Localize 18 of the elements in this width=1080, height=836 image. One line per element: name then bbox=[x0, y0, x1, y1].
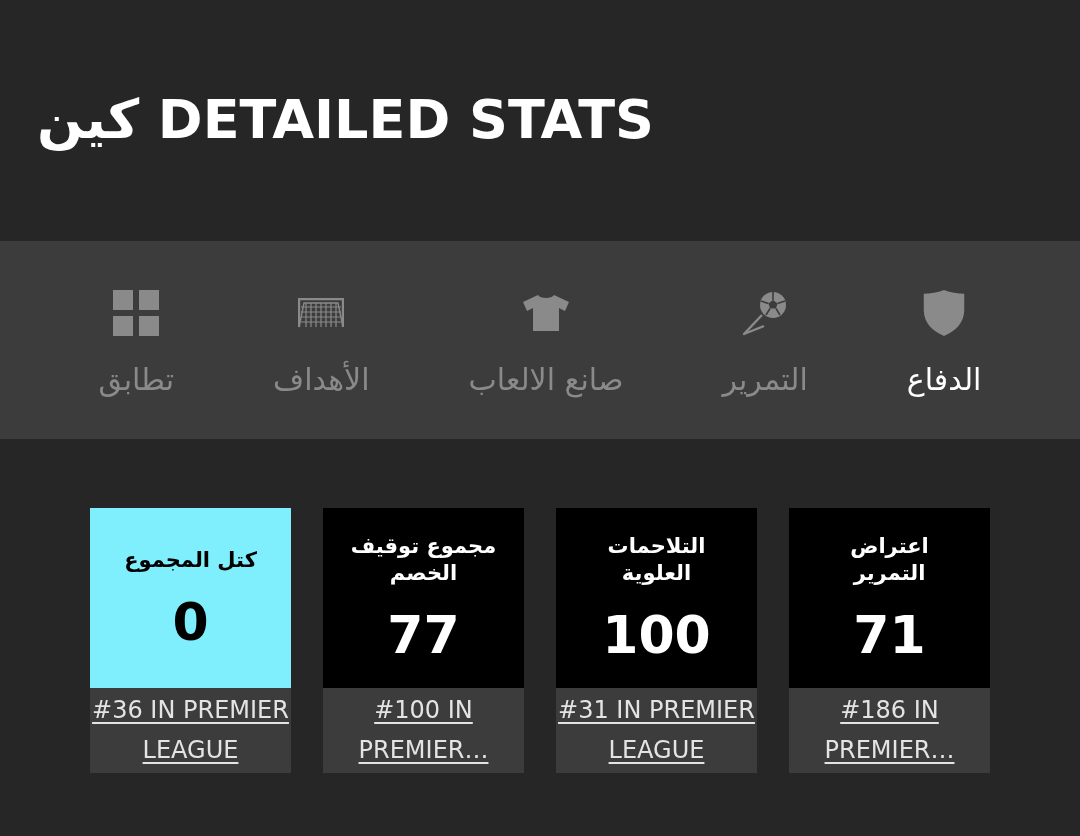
league-rank-link[interactable]: #31 IN PREMIER LEAGUE bbox=[556, 690, 757, 770]
stat-value: 100 bbox=[602, 607, 711, 663]
page-title: كين DETAILED STATS bbox=[37, 87, 654, 154]
league-rank-link[interactable]: #100 IN PREMIER… bbox=[323, 690, 524, 770]
stat-value: 77 bbox=[387, 607, 460, 663]
grid-icon bbox=[113, 290, 160, 336]
stat-value: 71 bbox=[853, 607, 926, 663]
soccer-ball-icon bbox=[742, 290, 789, 336]
stat-value: 0 bbox=[172, 593, 209, 650]
goal-net-icon bbox=[298, 298, 345, 328]
league-rank-link[interactable]: #186 IN PREMIER… bbox=[789, 690, 990, 770]
stat-label: اعتراض التمرير bbox=[849, 533, 930, 587]
stat-label: التلاحمات العلوية bbox=[606, 533, 707, 587]
tab[interactable]: الدفاع bbox=[906, 290, 982, 439]
stat-label: مجموع توقيف الخصم bbox=[349, 533, 498, 587]
shirt-icon bbox=[523, 295, 569, 331]
league-rank-link[interactable]: #36 IN PREMIER LEAGUE bbox=[90, 690, 291, 770]
stat-label: كتل المجموع bbox=[124, 546, 257, 574]
